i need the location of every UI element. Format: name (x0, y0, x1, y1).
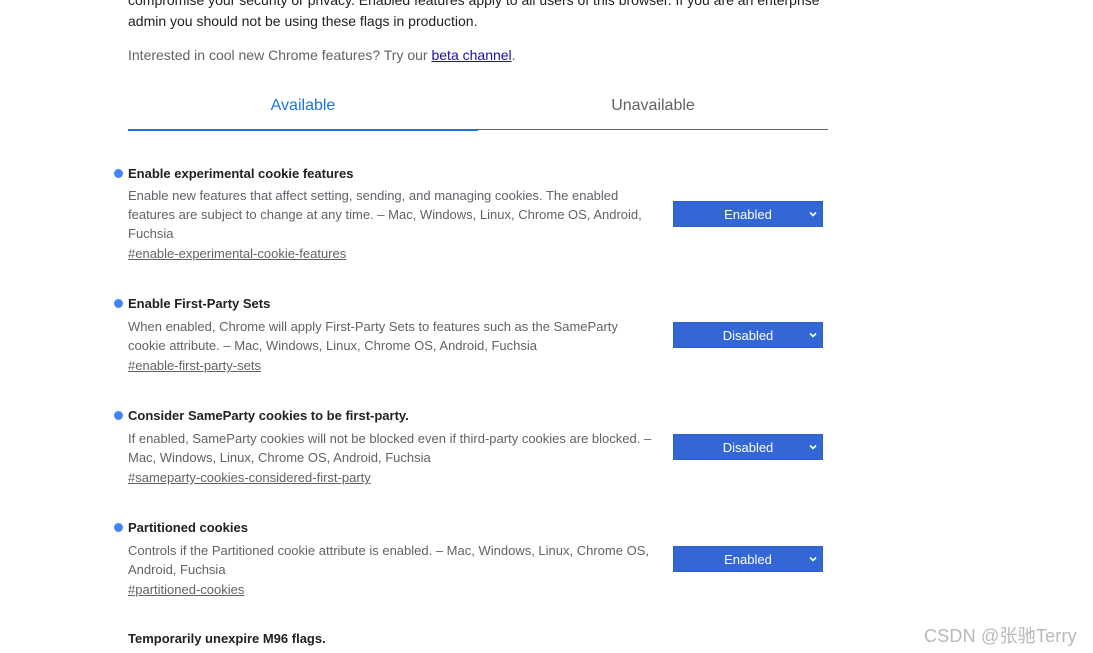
beta-channel-promo: Interested in cool new Chrome features? … (128, 45, 516, 65)
experiment-permalink[interactable]: #enable-first-party-sets (128, 358, 261, 374)
warning-line-2: admin you should not be using these flag… (128, 13, 478, 29)
experiment-description: When enabled, Chrome will apply First-Pa… (128, 319, 618, 353)
experiment-permalink[interactable]: #enable-experimental-cookie-features (128, 246, 346, 262)
tab-available[interactable]: Available (128, 82, 478, 131)
experiment-name: Enable experimental cookie features (128, 166, 354, 181)
experiment-description: Enable new features that affect setting,… (128, 188, 642, 241)
selected-value: Disabled (722, 439, 774, 455)
experiment-name: Partitioned cookies (128, 520, 248, 535)
watermark: CSDN @张驰Terry (924, 626, 1077, 646)
chevron-down-icon (809, 211, 817, 217)
selected-value: Disabled (722, 327, 774, 343)
beta-prefix: Interested in cool new Chrome features? … (128, 47, 432, 63)
chevron-down-icon (809, 556, 817, 562)
experiment-partitioned-cookies: Partitioned cookies Controls if the Part… (113, 520, 833, 600)
tab-bar: Available Unavailable (128, 82, 828, 131)
experiment-name: Enable First-Party Sets (128, 296, 271, 311)
flags-page: compromise your security or privacy. Ena… (0, 0, 1093, 653)
experiment-state-select[interactable]: Enabled (673, 546, 823, 572)
warning-text: compromise your security or privacy. Ena… (128, 0, 828, 32)
modified-indicator-dot (114, 299, 123, 308)
experiment-permalink[interactable]: #sameparty-cookies-considered-first-part… (128, 470, 371, 486)
experiment-enable-experimental-cookie-features: Enable experimental cookie features Enab… (113, 166, 833, 266)
experiment-state-select[interactable]: Disabled (673, 322, 823, 348)
experiment-name: Consider SameParty cookies to be first-p… (128, 408, 409, 423)
experiment-state-select[interactable]: Disabled (673, 434, 823, 460)
experiment-sameparty-cookies-considered-first-party: Consider SameParty cookies to be first-p… (113, 408, 833, 488)
warning-line-1: compromise your security or privacy. Ena… (128, 0, 820, 8)
tab-unavailable[interactable]: Unavailable (478, 82, 828, 129)
chevron-down-icon (809, 444, 817, 450)
experiment-permalink[interactable]: #partitioned-cookies (128, 582, 244, 598)
experiment-description: Controls if the Partitioned cookie attri… (128, 543, 649, 577)
experiment-name-unexpire-m96: Temporarily unexpire M96 flags. (128, 631, 326, 646)
beta-suffix: . (511, 47, 516, 63)
selected-value: Enabled (724, 551, 772, 567)
modified-indicator-dot (114, 169, 123, 178)
experiment-enable-first-party-sets: Enable First-Party Sets When enabled, Ch… (113, 296, 833, 376)
beta-channel-link[interactable]: beta channel (431, 47, 511, 63)
experiment-description: If enabled, SameParty cookies will not b… (128, 431, 652, 465)
modified-indicator-dot (114, 411, 123, 420)
modified-indicator-dot (114, 523, 123, 532)
experiment-state-select[interactable]: Enabled (673, 201, 823, 227)
selected-value: Enabled (724, 206, 772, 222)
chevron-down-icon (809, 332, 817, 338)
